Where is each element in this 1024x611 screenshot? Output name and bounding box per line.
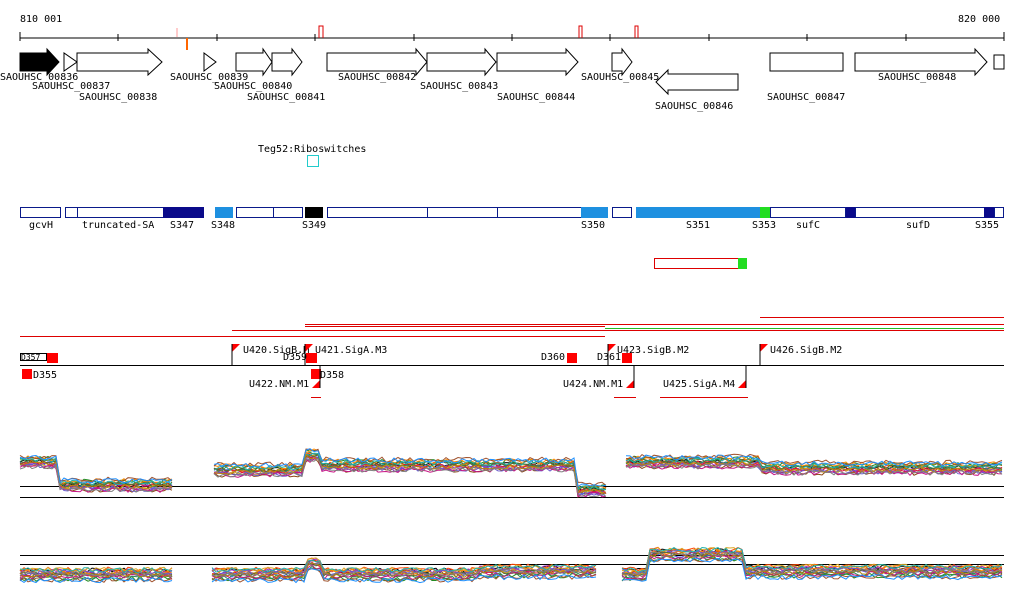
expression-trace	[19, 577, 173, 584]
segment-sufD-mark[interactable]	[846, 207, 855, 218]
segment-label: S349	[302, 220, 326, 231]
gene-label: SAOUHSC_00837	[32, 81, 110, 92]
promoter-label: U424.NM.M1	[563, 379, 623, 390]
segment-track	[20, 207, 1004, 218]
segment-label: S351	[686, 220, 710, 231]
promoter-label: U421.SigA.M3	[315, 345, 387, 356]
promoter-label: U423.SigB.M2	[617, 345, 689, 356]
promoter-label: D355	[33, 370, 57, 381]
ruler-marker-orange	[186, 38, 188, 50]
gene-arrow-00838[interactable]	[76, 47, 163, 77]
gene-label: SAOUHSC_00847	[767, 92, 845, 103]
gene-label: SAOUHSC_00841	[247, 92, 325, 103]
segment-label: S350	[581, 220, 605, 231]
gene-arrow-00839[interactable]	[203, 52, 217, 72]
gene-arrow-00844[interactable]	[496, 47, 579, 77]
ruler-end-label: 820 000	[958, 14, 1000, 25]
gene-label: SAOUHSC_00844	[497, 92, 575, 103]
coordinate-ruler: 810 001 820 000	[19, 14, 1005, 50]
feature-block[interactable]	[22, 369, 32, 379]
gene-label: SAOUHSC_00838	[79, 92, 157, 103]
gene-box-00847[interactable]	[769, 52, 844, 72]
promoter-label: U422.NM.M1	[249, 379, 309, 390]
promoter-label: U425.SigA.M4	[663, 379, 735, 390]
expression-track-1	[19, 448, 1004, 499]
segment-label: S347	[170, 220, 194, 231]
segment-S355[interactable]	[984, 207, 994, 218]
gene-label: SAOUHSC_00840	[214, 81, 292, 92]
riboswitch-track: Teg52:Riboswitches	[258, 144, 366, 167]
promoter-track: D357 U420.SigB.M D359 U421.SigA.M3 D360 …	[20, 344, 1004, 398]
ruler-start-label: 810 001	[20, 14, 62, 25]
promoter-label: D360	[541, 352, 565, 363]
promoter-label: D359	[283, 352, 307, 363]
gene-arrow-00843[interactable]	[426, 47, 497, 77]
segment-label: gcvH	[29, 220, 53, 231]
segment-label: truncated-SA	[82, 220, 154, 231]
segment-label: S353	[752, 220, 776, 231]
promoter-label: D357	[21, 353, 40, 362]
promoter-label: U426.SigB.M2	[770, 345, 842, 356]
riboswitch-label: Teg52:Riboswitches	[258, 144, 366, 155]
gene-label: SAOUHSC_00842	[338, 72, 416, 83]
promoter-label: D358	[320, 370, 344, 381]
feature-block[interactable]	[47, 353, 58, 363]
segment-S350[interactable]	[581, 207, 608, 218]
gene-label: SAOUHSC_00846	[655, 101, 733, 112]
segment-S348[interactable]	[215, 207, 233, 218]
segment-S349[interactable]	[305, 207, 323, 218]
segment-label: sufD	[906, 220, 930, 231]
expression-track-2	[19, 546, 1004, 584]
gene-box-end[interactable]	[993, 54, 1005, 70]
feature-box-green-end[interactable]	[738, 258, 747, 269]
gene-arrow-00846[interactable]	[655, 68, 739, 96]
ruler-markers	[318, 25, 639, 38]
gene-label: SAOUHSC_00845	[581, 72, 659, 83]
gene-label: SAOUHSC_00843	[420, 81, 498, 92]
segment-label: S355	[975, 220, 999, 231]
gene-label: SAOUHSC_00848	[878, 72, 956, 83]
riboswitch-box[interactable]	[307, 155, 319, 167]
segment-S351[interactable]	[636, 207, 760, 218]
feature-block[interactable]	[567, 353, 577, 363]
genome-browser: 810 001 820 000 SAOUHSC_00836 SAOUHSC_00…	[0, 14, 1005, 584]
segment-S347[interactable]	[163, 207, 204, 218]
feature-box-red[interactable]	[654, 258, 741, 269]
gene-labels: SAOUHSC_00836 SAOUHSC_00837 SAOUHSC_0083…	[0, 72, 956, 112]
segment-label: S348	[211, 220, 235, 231]
region-lines	[20, 317, 1004, 337]
gene-arrow-00837[interactable]	[63, 52, 78, 72]
segment-label: sufC	[796, 220, 820, 231]
gene-arrow-00841[interactable]	[271, 47, 303, 77]
gene-track	[19, 47, 1005, 96]
segment-S353[interactable]	[760, 207, 770, 218]
segment-labels: gcvH truncated-SA S347 S348 S349 S350 S3…	[29, 220, 999, 231]
ruler-marker-light	[176, 28, 178, 37]
